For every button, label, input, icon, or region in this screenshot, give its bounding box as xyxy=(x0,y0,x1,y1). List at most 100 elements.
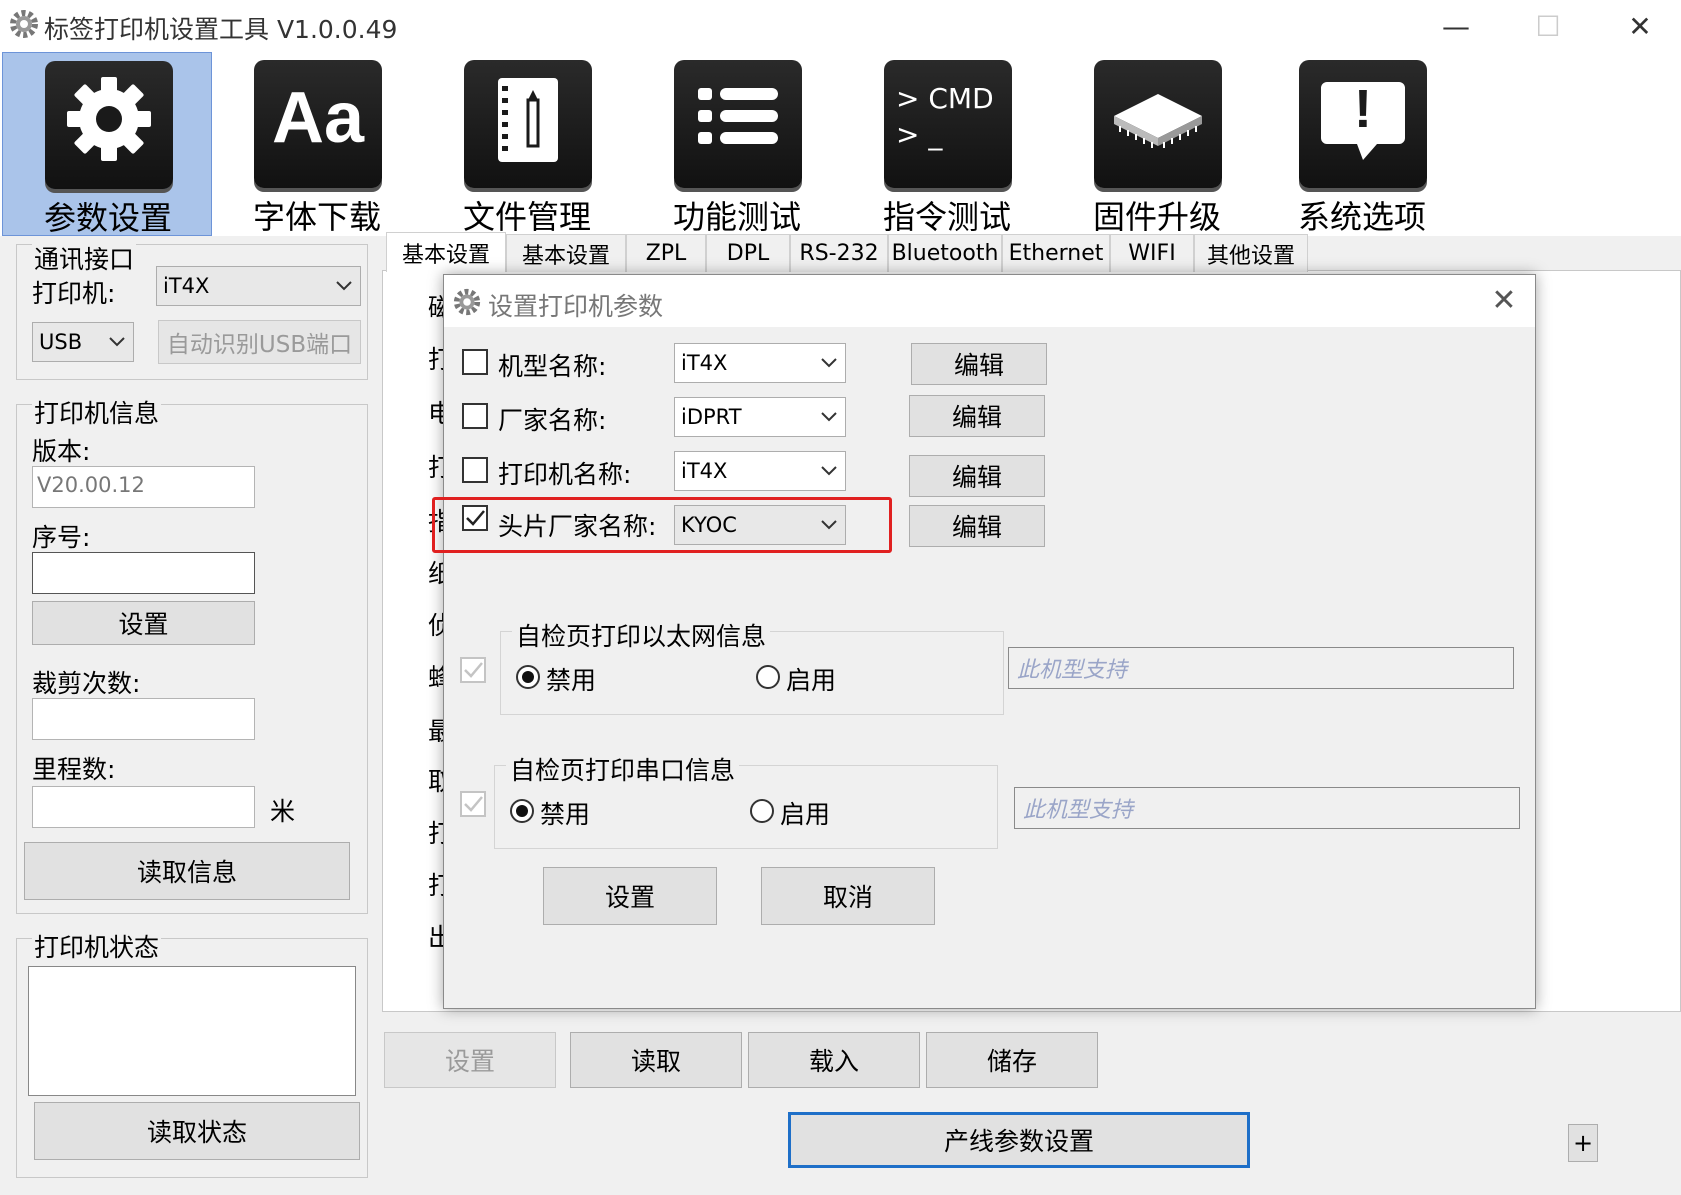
app-title: 标签打印机设置工具 V1.0.0.49 xyxy=(44,15,398,44)
page-read-button[interactable]: 读取 xyxy=(570,1032,742,1088)
list-icon xyxy=(674,60,802,188)
ethernet-disable-radio[interactable] xyxy=(516,665,540,689)
vendor-name-select[interactable]: iDPRT xyxy=(674,397,846,437)
chevron-down-icon xyxy=(821,520,837,530)
head-vendor-name-edit-button[interactable]: 编辑 xyxy=(909,505,1045,547)
printer-status-title: 打印机状态 xyxy=(32,928,162,964)
page-save-button[interactable]: 储存 xyxy=(926,1032,1098,1088)
serial-info-title: 自检页打印串口信息 xyxy=(506,751,740,787)
tool-system-options[interactable]: ! 系统选项 xyxy=(1257,52,1467,236)
serial-enable-radio[interactable] xyxy=(750,799,774,823)
printer-info-title: 打印机信息 xyxy=(32,394,162,430)
chip-icon xyxy=(1094,60,1222,188)
minimize-button[interactable]: — xyxy=(1410,0,1502,52)
read-info-button[interactable]: 读取信息 xyxy=(24,842,350,900)
minimize-icon: — xyxy=(1442,9,1470,43)
alert-glyph: ! xyxy=(1354,79,1372,139)
port-select-value: USB xyxy=(39,330,83,354)
maximize-icon: ☐ xyxy=(1535,9,1561,43)
serial-set-button[interactable]: 设置 xyxy=(32,601,255,645)
tab-basic-settings-1[interactable]: 基本设置 xyxy=(386,232,506,272)
font-glyph: Aa xyxy=(271,78,365,158)
comm-title: 通讯接口 xyxy=(32,240,137,276)
printer-label: 打印机: xyxy=(32,279,116,308)
dialog-close-button[interactable]: ✕ xyxy=(1486,283,1522,319)
vendor-name-value: iDPRT xyxy=(681,405,742,429)
tool-file-management[interactable]: 文件管理 xyxy=(422,52,632,236)
mileage-label: 里程数: xyxy=(32,755,116,784)
set-printer-params-dialog: 设置打印机参数 ✕ 机型名称: iT4X 编辑 厂家名称: iDPRT 编辑 打… xyxy=(432,274,1536,1009)
tool-font-download[interactable]: Aa 字体下载 xyxy=(212,52,422,236)
tool-label: 系统选项 xyxy=(1297,198,1426,236)
tool-firmware-upgrade[interactable]: 固件升级 xyxy=(1052,52,1262,236)
tool-function-test[interactable]: 功能测试 xyxy=(632,52,842,236)
prompt-glyph: > _ xyxy=(896,118,943,151)
serial-disable-label: 禁用 xyxy=(540,800,591,829)
tab-basic-settings-2[interactable]: 基本设置 xyxy=(506,234,626,272)
plus-button[interactable]: + xyxy=(1568,1124,1598,1162)
serial-info-checkbox[interactable] xyxy=(460,791,486,817)
serial-field[interactable] xyxy=(32,552,255,594)
dialog-title: 设置打印机参数 xyxy=(488,292,664,321)
printer-select[interactable]: iT4X xyxy=(156,266,361,306)
cut-count-field[interactable] xyxy=(32,698,255,740)
chevron-down-icon xyxy=(821,358,837,368)
line-params-button[interactable]: 产线参数设置 xyxy=(788,1112,1250,1168)
tab-wifi[interactable]: WIFI xyxy=(1110,234,1194,272)
tab-dpl[interactable]: DPL xyxy=(706,234,790,272)
ethernet-enable-radio[interactable] xyxy=(756,665,780,689)
ethernet-hint-field: 此机型支持 xyxy=(1008,647,1514,689)
tool-param-settings[interactable]: 参数设置 xyxy=(2,52,212,237)
vendor-name-checkbox[interactable] xyxy=(462,403,488,429)
printer-name-checkbox[interactable] xyxy=(462,457,488,483)
head-vendor-name-label: 头片厂家名称: xyxy=(498,512,657,541)
port-select[interactable]: USB xyxy=(32,322,134,362)
font-icon: Aa xyxy=(254,60,382,188)
tab-bluetooth[interactable]: Bluetooth xyxy=(888,234,1002,272)
maximize-button[interactable]: ☐ xyxy=(1502,0,1594,52)
dialog-set-button[interactable]: 设置 xyxy=(543,867,717,925)
tab-other-settings[interactable]: 其他设置 xyxy=(1194,234,1308,272)
tool-label: 功能测试 xyxy=(672,198,801,236)
gear-icon xyxy=(45,61,173,189)
mileage-field[interactable] xyxy=(32,786,255,828)
serial-disable-radio[interactable] xyxy=(510,799,534,823)
printer-select-value: iT4X xyxy=(163,274,210,298)
head-vendor-name-select[interactable]: KYOC xyxy=(674,505,846,545)
dialog-cancel-button[interactable]: 取消 xyxy=(761,867,935,925)
version-label: 版本: xyxy=(32,437,91,466)
ethernet-info-checkbox[interactable] xyxy=(460,657,486,683)
gear-icon xyxy=(453,288,481,316)
page-load-button[interactable]: 载入 xyxy=(748,1032,920,1088)
file-icon xyxy=(464,60,592,188)
cmd-icon: > CMD > _ xyxy=(884,60,1012,188)
version-field[interactable]: V20.00.12 xyxy=(32,466,255,508)
model-name-select[interactable]: iT4X xyxy=(674,343,846,383)
ethernet-info-title: 自检页打印以太网信息 xyxy=(512,617,771,653)
tool-command-test[interactable]: > CMD > _ 指令测试 xyxy=(842,52,1052,236)
title-bar: 标签打印机设置工具 V1.0.0.49 — ☐ ✕ xyxy=(0,0,1681,52)
auto-detect-usb-button[interactable]: 自动识别USB端口 xyxy=(158,320,361,364)
printer-name-edit-button[interactable]: 编辑 xyxy=(909,455,1045,497)
tab-rs232[interactable]: RS-232 xyxy=(790,234,888,272)
cmd-glyph: > CMD xyxy=(896,82,994,115)
tab-ethernet[interactable]: Ethernet xyxy=(1002,234,1110,272)
model-name-edit-button[interactable]: 编辑 xyxy=(911,343,1047,385)
ethernet-disable-label: 禁用 xyxy=(546,666,597,695)
chevron-down-icon xyxy=(821,412,837,422)
serial-label: 序号: xyxy=(32,523,91,552)
printer-name-select[interactable]: iT4X xyxy=(674,451,846,491)
close-icon: ✕ xyxy=(1491,283,1517,318)
checkmark-icon xyxy=(464,796,483,812)
close-button[interactable]: ✕ xyxy=(1594,0,1681,52)
head-vendor-name-checkbox[interactable] xyxy=(462,505,488,531)
vendor-name-edit-button[interactable]: 编辑 xyxy=(909,395,1045,437)
head-vendor-name-value: KYOC xyxy=(681,513,737,537)
tab-zpl[interactable]: ZPL xyxy=(626,234,706,272)
chevron-down-icon xyxy=(821,466,837,476)
printer-status-box[interactable] xyxy=(28,966,356,1096)
read-status-button[interactable]: 读取状态 xyxy=(34,1102,360,1160)
page-set-button[interactable]: 设置 xyxy=(384,1032,556,1088)
model-name-checkbox[interactable] xyxy=(462,349,488,375)
model-name-value: iT4X xyxy=(681,351,728,375)
